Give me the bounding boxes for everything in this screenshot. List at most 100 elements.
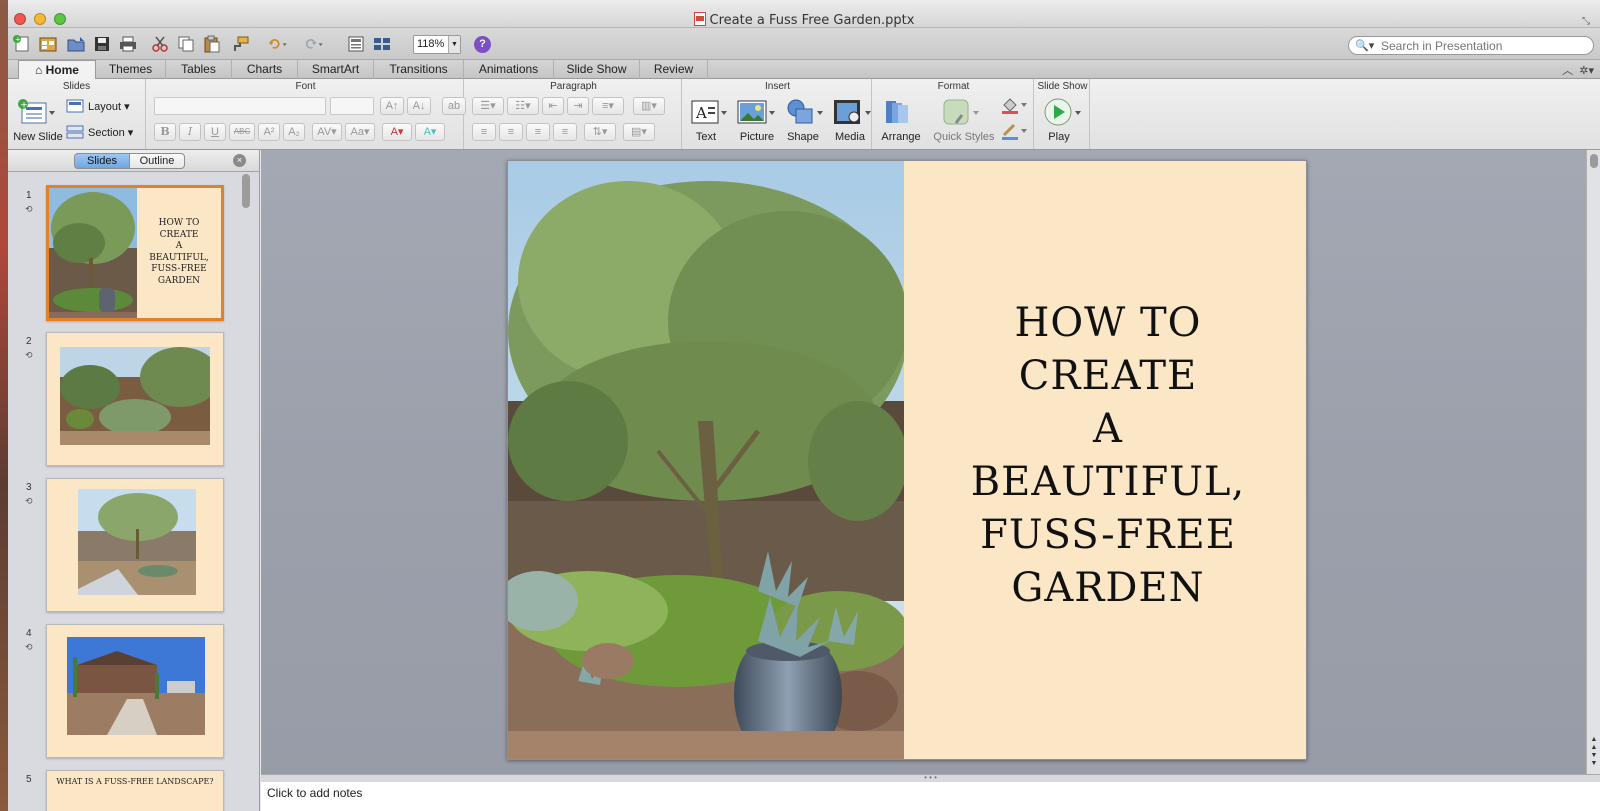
section-button[interactable]: Section ▾ [88,126,133,139]
new-from-template-icon[interactable] [38,35,58,53]
undo-icon[interactable] [268,35,298,53]
section-icon [66,125,84,142]
new-slide-icon[interactable]: + [16,99,56,130]
notes-splitter[interactable]: • • • [261,774,1600,782]
slide-thumbnail-1[interactable]: HOW TO CREATE A BEAUTIFUL, FUSS-FREE GAR… [46,185,224,321]
paste-icon[interactable] [202,35,222,53]
search-input[interactable] [1381,38,1581,53]
insert-shape-button[interactable]: Shape [780,131,826,143]
new-presentation-icon[interactable]: + [12,35,32,53]
current-slide[interactable]: HOW TO CREATE A BEAUTIFUL, FUSS-FREE GAR… [507,160,1307,760]
notes-pane[interactable]: Click to add notes [261,782,1600,811]
garden-photo[interactable] [508,161,904,759]
play-icon[interactable] [1042,97,1086,130]
grow-font-button[interactable]: A↑ [380,97,404,115]
decrease-indent-button[interactable]: ⇤ [542,97,564,115]
cut-icon[interactable] [150,35,170,53]
outline-view-tab[interactable]: Outline [129,153,185,169]
redo-icon[interactable] [304,35,334,53]
insert-media-button[interactable]: Media [828,131,872,143]
tab-charts[interactable]: Charts [232,60,298,79]
arrange-icon[interactable] [880,97,920,130]
tab-home[interactable]: ⌂ Home [18,60,96,80]
align-right-button[interactable]: ≡ [526,123,550,141]
copy-icon[interactable] [176,35,196,53]
shape-icon[interactable] [784,97,824,130]
search-presentation[interactable]: 🔍▾ [1348,36,1594,55]
align-left-button[interactable]: ≡ [472,123,496,141]
slide-nav-arrows[interactable]: ▲ ▲ ▼ ▼ [1589,736,1599,768]
italic-button[interactable]: I [179,123,201,141]
tab-review[interactable]: Review [640,60,708,79]
increase-indent-button[interactable]: ⇥ [567,97,589,115]
slide-thumbnail-4[interactable] [46,624,224,758]
bold-button[interactable]: B [154,123,176,141]
close-pane-icon[interactable]: × [233,154,246,167]
columns-button[interactable]: ▥▾ [633,97,665,115]
character-spacing-button[interactable]: AV▾ [312,123,342,141]
underline-button[interactable]: U [204,123,226,141]
print-icon[interactable] [118,35,138,53]
chevron-down-icon[interactable]: ▼ [448,36,460,53]
text-box-icon[interactable]: A [690,97,728,130]
arrange-button[interactable]: Arrange [876,131,926,143]
shape-fill-icon[interactable] [1000,95,1028,118]
picture-icon[interactable] [736,97,776,130]
insert-picture-button[interactable]: Picture [734,131,780,143]
insert-text-button[interactable]: Text [686,131,726,143]
tab-transitions[interactable]: Transitions [374,60,464,79]
zoom-select[interactable]: 118% ▼ [413,35,461,54]
strikethrough-button[interactable]: ABC [229,123,255,141]
quick-styles-icon[interactable] [940,97,980,130]
text-direction-button[interactable]: ⇅▾ [584,123,616,141]
slide-thumbnail-2[interactable] [46,332,224,466]
justify-button[interactable]: ≡ [553,123,577,141]
tab-slide-show[interactable]: Slide Show [554,60,640,79]
tab-themes[interactable]: Themes [96,60,166,79]
play-button[interactable]: Play [1040,131,1078,143]
align-text-button[interactable]: ▤▾ [623,123,655,141]
scroll-thumb[interactable] [242,174,250,208]
slides-pane-scrollbar[interactable] [240,172,252,811]
open-icon[interactable] [66,35,86,53]
slide-title[interactable]: HOW TO CREATE A BEAUTIFUL, FUSS-FREE GAR… [928,297,1288,615]
help-icon[interactable]: ? [474,36,491,53]
new-slide-button[interactable]: New Slide [12,131,64,143]
subscript-button[interactable]: A₂ [283,123,305,141]
normal-view-icon[interactable] [346,35,366,53]
font-family-select[interactable] [154,97,326,115]
list-buttons: ☰▾ ☷▾ ⇤ ⇥ ≡▾ ▥▾ [472,97,665,115]
slides-view-tab[interactable]: Slides [74,153,130,169]
thumb1-line: CREATE [159,229,199,240]
shrink-font-button[interactable]: A↓ [407,97,431,115]
quick-styles-button[interactable]: Quick Styles [930,131,998,143]
collapse-ribbon-icon[interactable]: ︿ [1562,65,1573,77]
tab-tables[interactable]: Tables [166,60,232,79]
align-center-button[interactable]: ≡ [499,123,523,141]
slide-1-thumbnail-title: HOW TO CREATE A BEAUTIFUL, FUSS-FREE GAR… [137,218,221,287]
clear-formatting-button[interactable]: ab [442,97,466,115]
line-spacing-button[interactable]: ≡▾ [592,97,624,115]
tab-tables-label: Tables [181,62,216,76]
superscript-button[interactable]: A² [258,123,280,141]
numbering-button[interactable]: ☷▾ [507,97,539,115]
slide-sorter-icon[interactable] [372,35,392,53]
fullscreen-icon[interactable]: ⤡ [1582,16,1592,27]
gear-icon[interactable]: ✲▾ [1579,65,1594,77]
slide-editor-scrollbar[interactable]: ▲ ▲ ▼ ▼ [1586,150,1600,774]
change-case-button[interactable]: Aa▾ [345,123,375,141]
tab-smartart[interactable]: SmartArt [298,60,374,79]
font-color-button[interactable]: A▾ [382,123,412,141]
shape-line-icon[interactable] [1000,121,1028,144]
text-effects-button[interactable]: A▾ [415,123,445,141]
slide-thumbnail-3[interactable] [46,478,224,612]
layout-button[interactable]: Layout ▾ [88,100,130,113]
bullets-button[interactable]: ☰▾ [472,97,504,115]
scroll-thumb[interactable] [1590,154,1598,168]
tab-animations[interactable]: Animations [464,60,554,79]
media-icon[interactable] [832,97,872,130]
slide-thumbnail-5[interactable]: WHAT IS A FUSS-FREE LANDSCAPE? [46,770,224,811]
font-size-select[interactable] [330,97,374,115]
format-painter-icon[interactable] [230,35,250,53]
save-icon[interactable] [92,35,112,53]
